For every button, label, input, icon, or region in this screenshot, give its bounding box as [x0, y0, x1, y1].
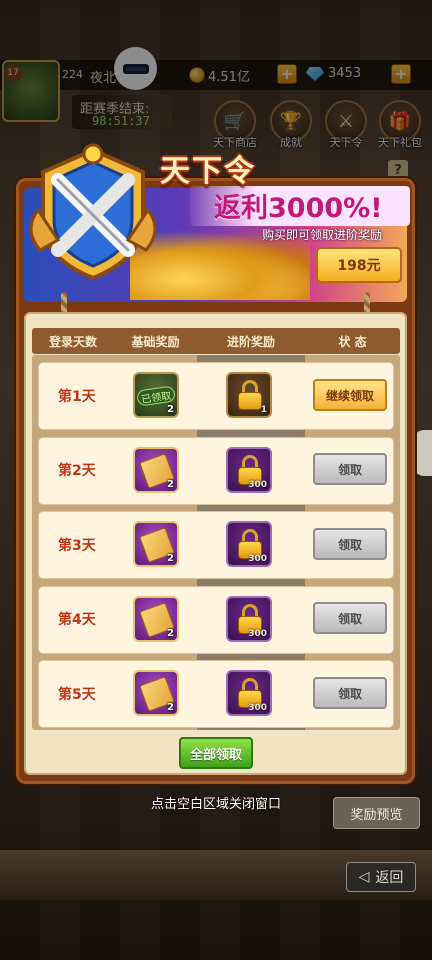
advanced-reward-item[interactable]: 1: [226, 372, 272, 418]
reward-qty: 2: [167, 479, 174, 490]
day-label: 第3天: [58, 538, 96, 554]
claim-button[interactable]: 领取: [313, 453, 387, 485]
reward-qty: 300: [248, 554, 267, 564]
reward-qty: 300: [248, 629, 267, 639]
reward-qty: 2: [167, 628, 174, 639]
basic-reward-item[interactable]: 2: [133, 521, 179, 567]
reward-qty: 2: [167, 553, 174, 564]
header-status: 状 态: [338, 334, 367, 349]
header-login-days: 登录天数: [48, 334, 97, 349]
back-label: 返回: [375, 870, 404, 886]
day-label: 第4天: [58, 612, 96, 628]
header-advanced-reward: 进阶奖励: [226, 334, 275, 349]
game-background: 17 224 夜北 4.51亿 + 3453 + 距赛季结束: 98:51:37…: [0, 0, 432, 960]
reward-qty: 2: [167, 702, 174, 713]
purchase-button[interactable]: 198元: [316, 247, 402, 283]
basic-reward-item[interactable]: 2: [133, 596, 179, 642]
table-header: 登录天数 基础奖励 进阶奖励 状 态: [32, 328, 400, 354]
advanced-reward-item[interactable]: 300: [226, 447, 272, 493]
reward-qty: 2: [167, 404, 174, 415]
basic-reward-item[interactable]: 已领取 2: [133, 372, 179, 418]
basic-reward-item[interactable]: 2: [133, 670, 179, 716]
claim-button[interactable]: 领取: [313, 602, 387, 634]
day-label: 第1天: [58, 389, 96, 405]
reward-preview-button[interactable]: 奖励预览: [333, 797, 420, 829]
advanced-reward-item[interactable]: 300: [226, 521, 272, 567]
advanced-reward-item[interactable]: 300: [226, 670, 272, 716]
advanced-reward-item[interactable]: 300: [226, 596, 272, 642]
crossed-swords-emblem-icon: [29, 143, 157, 281]
day-label: 第5天: [58, 687, 96, 703]
reward-qty: 1: [260, 405, 267, 415]
reward-qty: 300: [248, 480, 267, 490]
header-basic-reward: 基础奖励: [131, 334, 180, 349]
reward-qty: 300: [248, 703, 267, 713]
basic-reward-item[interactable]: 2: [133, 447, 179, 493]
back-arrow-icon: ◁: [358, 869, 370, 885]
claim-button[interactable]: 领取: [313, 677, 387, 709]
banner-title: 天下令: [160, 154, 256, 189]
day-label: 第2天: [58, 463, 96, 479]
banner-subtitle: 购买即可领取进阶奖励: [262, 228, 383, 242]
continue-claim-button[interactable]: 继续领取: [313, 379, 387, 411]
back-button[interactable]: ◁ 返回: [346, 862, 416, 892]
side-drawer-tab[interactable]: [414, 430, 432, 476]
rebate-text: 返利3000%!: [214, 193, 383, 224]
claim-all-button[interactable]: 全部领取: [179, 737, 253, 769]
claim-button[interactable]: 领取: [313, 528, 387, 560]
